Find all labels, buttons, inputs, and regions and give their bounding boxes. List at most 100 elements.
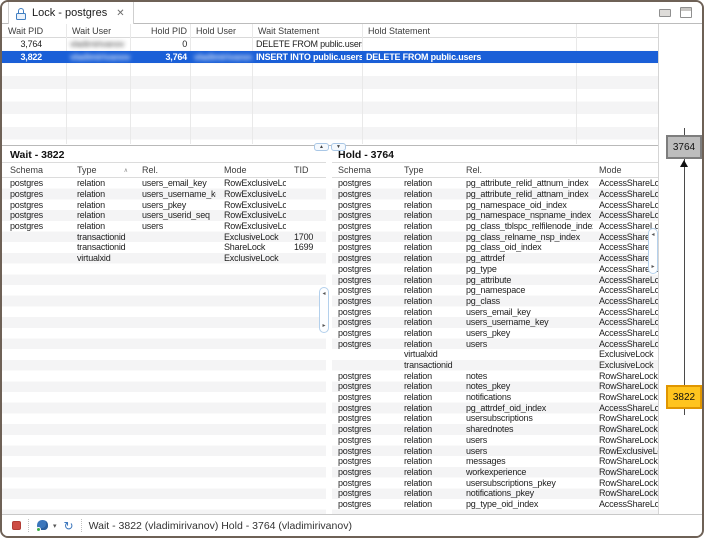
stop-icon[interactable] (12, 521, 21, 530)
table-row[interactable]: postgresrelationpg_namespaceAccessShareL… (332, 285, 658, 296)
table-row[interactable]: postgresrelationusersAccessShareLock (332, 338, 658, 349)
table-row[interactable]: postgresrelationpg_classAccessShareLock (332, 296, 658, 307)
table-row[interactable]: postgresrelationpg_namespace_oid_indexAc… (332, 199, 658, 210)
table-row[interactable]: postgresrelationusers_email_keyRowExclus… (2, 178, 326, 189)
column-header-schema[interactable]: Schema (332, 165, 398, 175)
table-cell: postgres (2, 189, 69, 199)
table-row[interactable]: postgresrelationworkexperienceRowShareLo… (332, 467, 658, 478)
table-cell: usersubscriptions (460, 413, 593, 423)
table-cell: relation (398, 189, 460, 199)
graph-node-hold[interactable]: 3764 (666, 135, 702, 159)
sash-up-button[interactable]: ▲ (314, 143, 329, 151)
table-row[interactable]: postgresrelationpg_attribute_relid_attnu… (332, 178, 658, 189)
table-row[interactable]: virtualxidExclusiveLock (2, 253, 326, 264)
column-header-mode[interactable]: Mode (593, 165, 658, 175)
column-header-wait-user[interactable]: Wait User (66, 26, 130, 36)
column-header-rel[interactable]: Rel. (134, 165, 216, 175)
table-cell: relation (398, 339, 460, 349)
column-header-schema[interactable]: Schema (2, 165, 69, 175)
table-cell: postgres (332, 499, 398, 509)
table-row-selected[interactable]: 3,822 vladimirivanov 3,764 vladimirivano… (2, 51, 658, 64)
table-row[interactable]: postgresrelationsharednotesRowShareLock (332, 424, 658, 435)
table-cell: usersubscriptions_pkey (460, 478, 593, 488)
table-row[interactable]: postgresrelationpg_class_oid_indexAccess… (332, 242, 658, 253)
column-header-tid[interactable]: TID (286, 165, 326, 175)
table-row[interactable]: postgresrelationusers_pkeyRowExclusiveLo… (2, 199, 326, 210)
table-row[interactable]: postgresrelationusersRowExclusiveLock (332, 445, 658, 456)
table-cell: relation (398, 275, 460, 285)
tab-lock-postgres[interactable]: Lock - postgres ✕ (8, 2, 134, 24)
table-row[interactable]: postgresrelationpg_attribute_relid_attna… (332, 189, 658, 200)
table-row[interactable]: postgresrelationusersRowExclusiveLock (2, 221, 326, 232)
table-cell: relation (398, 488, 460, 498)
refresh-icon[interactable]: ↻ (64, 520, 74, 532)
hold-panel-scrollbar[interactable]: ◂ ▸ (648, 228, 658, 274)
graph-node-wait[interactable]: 3822 (666, 385, 702, 409)
column-header-wait-pid[interactable]: Wait PID (2, 26, 66, 36)
table-row[interactable]: transactionidExclusiveLock (332, 360, 658, 371)
table-row[interactable]: postgresrelationusers_email_keyAccessSha… (332, 306, 658, 317)
table-row[interactable]: transactionidShareLock1699 (2, 242, 326, 253)
table-row[interactable]: postgresrelationusers_username_keyRowExc… (2, 189, 326, 200)
table-row[interactable]: postgresrelationusersubscriptionsRowShar… (332, 413, 658, 424)
table-row[interactable]: postgresrelationpg_class_tblspc_relfilen… (332, 221, 658, 232)
table-cell: AccessShareLock (593, 210, 658, 220)
table-cell: relation (398, 264, 460, 274)
connection-status-dot (36, 527, 41, 532)
table-row[interactable]: transactionidExclusiveLock1700 (2, 231, 326, 242)
column-header-mode[interactable]: Mode (216, 165, 286, 175)
chevron-down-icon[interactable]: ▾ (53, 522, 57, 530)
table-row[interactable]: 3,764 vladimirivanov 0 DELETE FROM publi… (2, 38, 658, 51)
table-row[interactable]: postgresrelationusers_pkeyAccessShareLoc… (332, 328, 658, 339)
table-cell: relation (398, 424, 460, 434)
postgres-connection-icon[interactable] (36, 520, 49, 532)
table-row[interactable]: virtualxidExclusiveLock (332, 349, 658, 360)
table-cell: AccessShareLock (593, 189, 658, 199)
column-header-wait-statement[interactable]: Wait Statement (252, 26, 362, 36)
column-header-hold-pid[interactable]: Hold PID (130, 26, 190, 36)
table-row[interactable]: postgresrelationpg_namespace_nspname_ind… (332, 210, 658, 221)
table-row[interactable]: postgresrelationusers_username_keyAccess… (332, 317, 658, 328)
table-row[interactable]: postgresrelationpg_attributeAccessShareL… (332, 274, 658, 285)
table-row[interactable]: postgresrelationnotifications_pkeyRowSha… (332, 488, 658, 499)
table-cell: postgres (332, 275, 398, 285)
hold-pid-cell: 3,764 (130, 52, 190, 62)
column-header-type[interactable]: Type ∧ (69, 165, 134, 175)
table-row[interactable]: postgresrelationpg_attrdefAccessShareLoc… (332, 253, 658, 264)
table-cell: 1699 (286, 242, 326, 252)
table-cell: relation (69, 200, 134, 210)
table-cell: postgres (332, 392, 398, 402)
table-cell: RowShareLock (593, 424, 658, 434)
column-header-rel[interactable]: Rel. (460, 165, 593, 175)
table-row[interactable]: postgresrelationpg_type_oid_indexAccessS… (332, 499, 658, 510)
table-cell: pg_type_oid_index (460, 499, 593, 509)
table-row[interactable]: postgresrelationmessagesRowShareLock (332, 456, 658, 467)
table-cell: postgres (332, 264, 398, 274)
table-row[interactable]: postgresrelationpg_class_relname_nsp_ind… (332, 231, 658, 242)
column-header-type[interactable]: Type (398, 165, 460, 175)
table-row[interactable]: postgresrelationpg_typeAccessShareLock (332, 264, 658, 275)
minimize-icon[interactable] (659, 9, 671, 17)
table-cell: pg_namespace_oid_index (460, 200, 593, 210)
scroll-left-icon: ◂ (651, 232, 654, 238)
table-row[interactable]: postgresrelationusersubscriptions_pkeyRo… (332, 477, 658, 488)
maximize-icon[interactable] (680, 7, 692, 18)
table-row[interactable]: postgresrelationnotificationsRowShareLoc… (332, 392, 658, 403)
table-cell: AccessShareLock (593, 328, 658, 338)
table-row[interactable]: postgresrelationnotesRowShareLock (332, 370, 658, 381)
wait-panel-scrollbar[interactable]: ◂ ▸ (319, 287, 329, 333)
table-row[interactable]: postgresrelationnotes_pkeyRowShareLock (332, 381, 658, 392)
table-row[interactable]: postgresrelationusers_userid_seqRowExclu… (2, 210, 326, 221)
table-cell: postgres (332, 488, 398, 498)
table-row[interactable]: postgresrelationpg_attrdef_oid_indexAcce… (332, 402, 658, 413)
table-cell: postgres (332, 242, 398, 252)
close-icon[interactable]: ✕ (116, 8, 124, 19)
sash-down-button[interactable]: ▼ (331, 143, 346, 151)
table-row[interactable]: postgresrelationusersRowShareLock (332, 435, 658, 446)
table-cell: users (460, 339, 593, 349)
column-header-hold-statement[interactable]: Hold Statement (362, 26, 576, 36)
table-cell: relation (398, 478, 460, 488)
table-cell: postgres (332, 339, 398, 349)
hold-panel-header: Schema Type Rel. Mode (332, 162, 658, 178)
column-header-hold-user[interactable]: Hold User (190, 26, 252, 36)
